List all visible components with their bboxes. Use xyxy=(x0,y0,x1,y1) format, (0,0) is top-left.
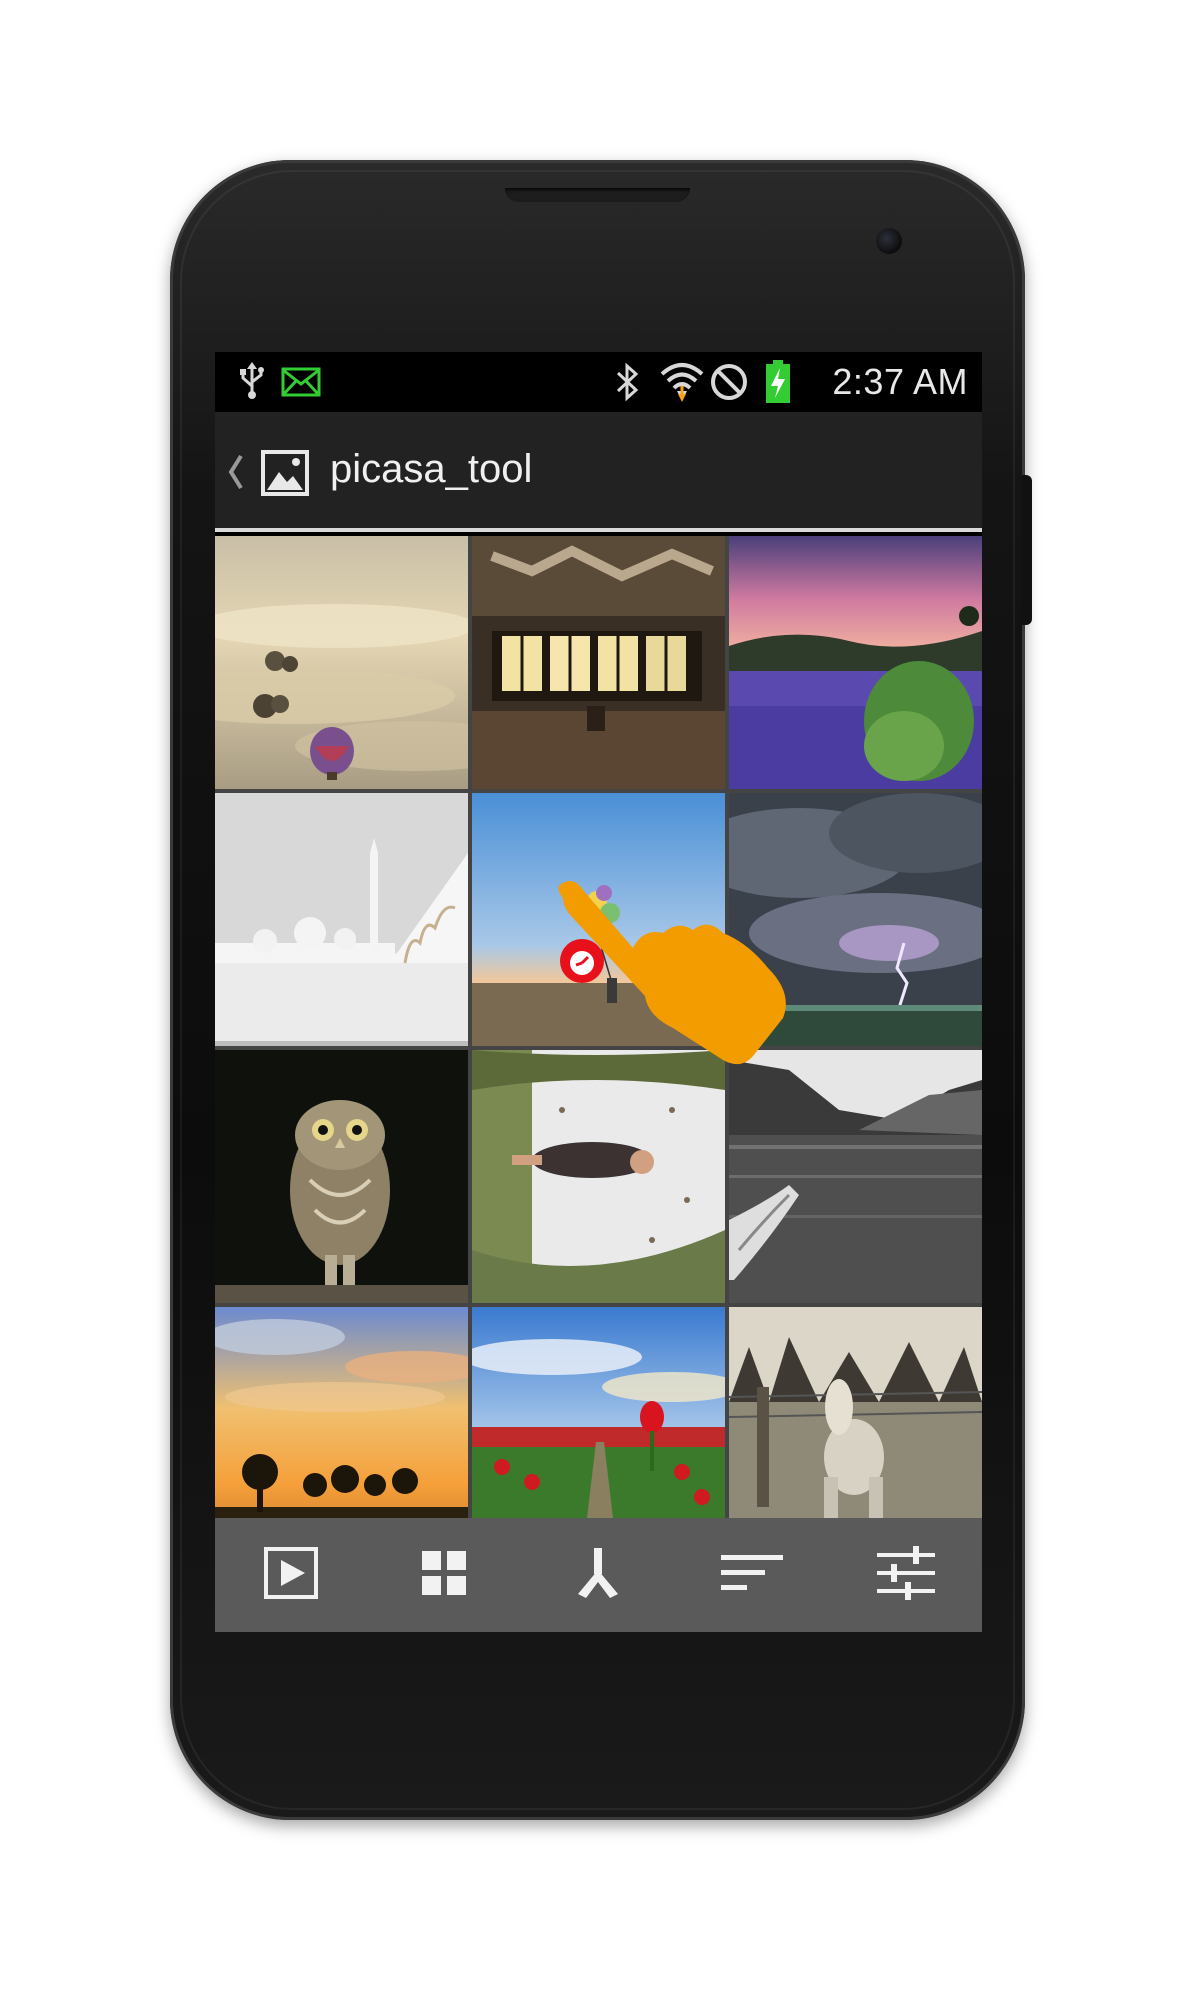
usb-icon xyxy=(239,362,265,405)
email-icon xyxy=(281,367,321,402)
photo-tile[interactable] xyxy=(472,1050,725,1303)
canoe-lake-photo xyxy=(729,1050,982,1303)
settings-sliders-button[interactable] xyxy=(873,1542,939,1608)
front-camera xyxy=(876,228,902,254)
balloons-beach-photo xyxy=(472,793,725,1046)
photo-grid xyxy=(215,536,982,1536)
bottom-action-bar xyxy=(215,1518,982,1632)
lavender-field-photo xyxy=(729,536,982,789)
photo-tile[interactable] xyxy=(729,1307,982,1536)
photo-tile[interactable] xyxy=(215,1307,468,1536)
photo-tile[interactable] xyxy=(215,536,468,789)
photo-tile[interactable] xyxy=(472,1307,725,1536)
tulip-field-photo xyxy=(472,1307,725,1536)
power-button xyxy=(1022,475,1032,625)
status-bar: 2:37 AM xyxy=(215,352,982,412)
settings-sliders-icon xyxy=(877,1544,935,1607)
grid-view-button[interactable] xyxy=(411,1542,477,1608)
photo-tile[interactable] xyxy=(472,536,725,789)
grid-view-icon xyxy=(422,1550,466,1600)
earpiece-speaker xyxy=(505,188,690,202)
action-bar: picasa_tool xyxy=(215,412,982,532)
clock: 2:37 AM xyxy=(832,361,968,402)
owl-photo xyxy=(215,1050,468,1303)
sort-icon xyxy=(721,1553,783,1598)
photo-tile[interactable] xyxy=(729,793,982,1046)
upside-down-woman-photo xyxy=(472,1050,725,1303)
blocked-icon xyxy=(709,362,749,407)
photo-tile[interactable] xyxy=(215,793,468,1046)
battery-charging-icon xyxy=(765,360,791,409)
bluetooth-icon xyxy=(615,362,641,407)
page-title: picasa_tool xyxy=(330,447,533,491)
up-chevron-icon[interactable] xyxy=(225,452,245,497)
slideshow-button[interactable] xyxy=(258,1542,324,1608)
photo-tile[interactable] xyxy=(215,1050,468,1303)
sort-button[interactable] xyxy=(719,1542,785,1608)
photo-tile[interactable] xyxy=(472,793,725,1046)
merge-icon xyxy=(576,1547,620,1603)
storm-lightning-photo xyxy=(729,793,982,1046)
slideshow-icon xyxy=(263,1546,319,1605)
phone-screen: 2:37 AM picasa_tool xyxy=(215,352,982,1632)
wifi-icon xyxy=(659,358,705,409)
sunset-trees-photo xyxy=(215,1307,468,1536)
gallery-app-icon[interactable] xyxy=(261,450,309,501)
merge-button[interactable] xyxy=(565,1542,631,1608)
photo-tile[interactable] xyxy=(729,1050,982,1303)
hot-air-balloon-photo xyxy=(215,536,468,789)
horse-pasture-photo xyxy=(729,1307,982,1536)
photo-tile[interactable] xyxy=(729,536,982,789)
abandoned-room-photo xyxy=(472,536,725,789)
white-mosque-photo xyxy=(215,793,468,1046)
